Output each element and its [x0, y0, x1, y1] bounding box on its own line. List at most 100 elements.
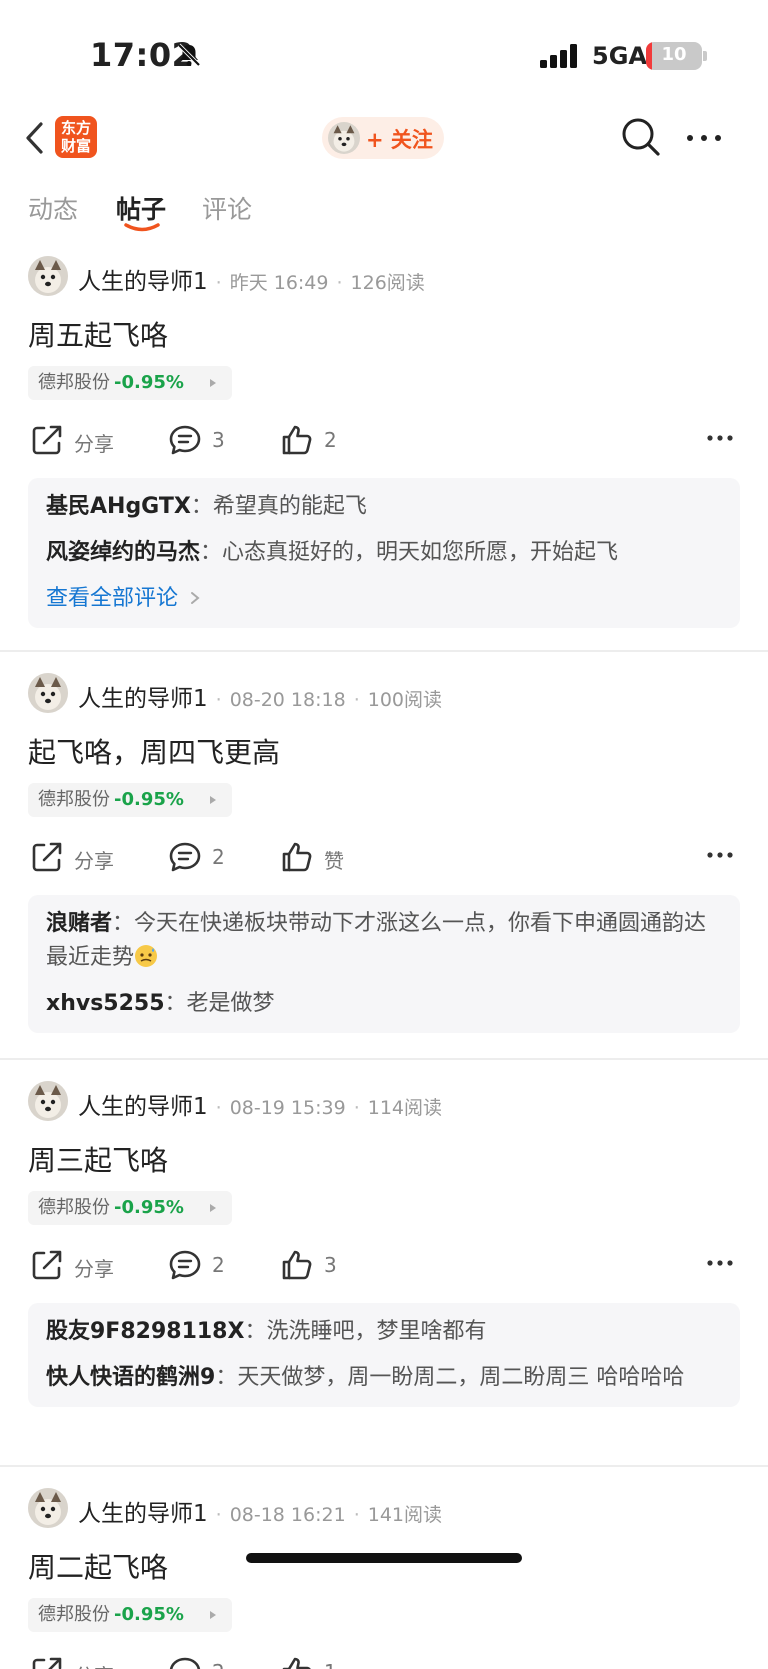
comment-separator: ： — [244, 1319, 267, 1344]
comment-preview[interactable]: 基民AHgGTX：希望真的能起飞 风姿绰约的马杰：心态真挺好的，明天如您所愿，开… — [28, 478, 740, 628]
dog-avatar-icon — [28, 1081, 68, 1121]
post-time: 08-18 16:21 — [229, 1504, 346, 1526]
view-all-comments[interactable]: 查看全部评论 — [46, 582, 722, 616]
comment-text: 洗洗睡吧，梦里啥都有 — [266, 1319, 487, 1344]
comment-count[interactable]: 2 — [212, 845, 225, 869]
dog-avatar-icon — [28, 1488, 68, 1528]
bell-slash-icon — [177, 43, 201, 67]
active-tab-indicator — [124, 223, 160, 232]
battery-percent: 10 — [661, 44, 687, 65]
view-all-label[interactable]: 查看全部评论 — [46, 586, 178, 611]
like-count[interactable]: 3 — [324, 1253, 337, 1277]
post-title[interactable]: 周三起飞咯 — [28, 1139, 168, 1179]
comment-icon[interactable] — [168, 423, 202, 457]
author-name[interactable]: 人生的导师1 — [78, 686, 208, 712]
comment-icon[interactable] — [168, 1248, 202, 1282]
share-label[interactable]: 分享 — [74, 1253, 114, 1282]
comment-author[interactable]: 快人快语的鹤洲9 — [46, 1365, 215, 1390]
post-actions: 分享 2 1 — [0, 1652, 768, 1669]
share-icon[interactable] — [30, 423, 64, 457]
logo-line2: 财富 — [60, 137, 91, 155]
comment-count[interactable]: 2 — [212, 1253, 225, 1277]
post-meta: 人生的导师1 · 08-18 16:21 · 141阅读 — [78, 1501, 443, 1527]
stock-change: -0.95% — [114, 789, 184, 810]
author-name[interactable]: 人生的导师1 — [78, 269, 208, 295]
thumbs-up-icon[interactable] — [280, 1655, 314, 1669]
author-name[interactable]: 人生的导师1 — [78, 1501, 208, 1527]
comment-author[interactable]: xhvs5255 — [46, 991, 165, 1016]
like-count[interactable]: 1 — [324, 1660, 337, 1669]
post-title[interactable]: 起飞咯，周四飞更高 — [28, 731, 280, 771]
comment-count[interactable]: 3 — [212, 428, 225, 452]
chevron-right-icon — [191, 592, 200, 604]
share-label[interactable]: 分享 — [74, 1660, 114, 1669]
comment-preview[interactable]: 股友9F8298118X：洗洗睡吧，梦里啥都有 快人快语的鹤洲9：天天做梦，周一… — [28, 1303, 740, 1407]
stock-name: 德邦股份 — [38, 372, 110, 393]
post-meta: 人生的导师1 · 08-19 15:39 · 114阅读 — [78, 1094, 443, 1120]
thumbs-up-icon[interactable] — [280, 840, 314, 874]
comment-author[interactable]: 浪赌者 — [46, 911, 112, 936]
avatar[interactable] — [28, 256, 68, 296]
comment-author[interactable]: 风姿绰约的马杰 — [46, 540, 200, 565]
like-count[interactable]: 2 — [324, 428, 337, 452]
avatar[interactable] — [28, 1488, 68, 1528]
stock-name: 德邦股份 — [38, 789, 110, 810]
tab-comments[interactable]: 评论 — [202, 190, 252, 226]
comment-author[interactable]: 股友9F8298118X — [46, 1319, 244, 1344]
tag-arrow-icon — [210, 1611, 216, 1619]
comment-separator: ： — [215, 1365, 238, 1390]
thumbs-up-icon[interactable] — [280, 423, 314, 457]
comment-separator: ： — [190, 494, 213, 519]
comment-item: 基民AHgGTX：希望真的能起飞 — [46, 490, 722, 524]
comment-icon[interactable] — [168, 840, 202, 874]
avatar[interactable] — [28, 1081, 68, 1121]
stock-tag[interactable]: 德邦股份 -0.95% — [28, 366, 232, 400]
share-label[interactable]: 分享 — [74, 428, 114, 457]
stock-tag[interactable]: 德邦股份 -0.95% — [28, 783, 232, 817]
post-time: 昨天 16:49 — [229, 272, 329, 294]
thumbs-up-icon[interactable] — [280, 1248, 314, 1282]
comment-separator: ： — [200, 540, 223, 565]
comment-preview[interactable]: 浪赌者：今天在快递板块带动下才涨这么一点，你看下申通圆通韵达最近走势 xhvs5… — [28, 895, 740, 1033]
share-icon[interactable] — [30, 1655, 64, 1669]
follow-button[interactable]: + 关注 — [322, 117, 444, 159]
divider — [0, 1058, 768, 1060]
share-label[interactable]: 分享 — [74, 845, 114, 874]
back-chevron-icon[interactable] — [22, 118, 48, 158]
tab-dongtai[interactable]: 动态 — [28, 190, 78, 226]
share-icon[interactable] — [30, 840, 64, 874]
home-indicator[interactable] — [246, 1553, 522, 1563]
author-name[interactable]: 人生的导师1 — [78, 1094, 208, 1120]
share-icon[interactable] — [30, 1248, 64, 1282]
tab-posts[interactable]: 帖子 — [116, 190, 166, 226]
comment-text: 希望真的能起飞 — [212, 494, 367, 519]
sweat-emoji-icon — [135, 945, 158, 967]
stock-tag[interactable]: 德邦股份 -0.95% — [28, 1191, 232, 1225]
comment-icon[interactable] — [168, 1655, 202, 1669]
more-horizontal-icon[interactable] — [684, 124, 724, 152]
comment-text: 天天做梦，周一盼周二，周二盼周三 哈哈哈哈 — [237, 1365, 685, 1390]
comment-author[interactable]: 基民AHgGTX — [46, 494, 191, 519]
more-dots-icon[interactable] — [706, 1258, 734, 1268]
stock-tag[interactable]: 德邦股份 -0.95% — [28, 1598, 232, 1632]
battery-nub — [703, 51, 707, 61]
post-item[interactable]: 人生的导师1 · 08-19 15:39 · 114阅读 周三起飞咯 德邦股份 -0.95… — [0, 1081, 768, 1461]
search-icon[interactable] — [620, 116, 662, 158]
avatar[interactable] — [28, 673, 68, 713]
post-meta: 人生的导师1 · 08-20 18:18 · 100阅读 — [78, 686, 443, 712]
like-count[interactable]: 赞 — [324, 845, 344, 874]
stock-change: -0.95% — [114, 1197, 184, 1218]
comment-item: xhvs5255：老是做梦 — [46, 987, 722, 1021]
more-dots-icon[interactable] — [706, 850, 734, 860]
stock-change: -0.95% — [114, 372, 184, 393]
dog-avatar-icon — [28, 673, 68, 713]
post-item[interactable]: 人生的导师1 · 昨天 16:49 · 126阅读 周五起飞咯 德邦股份 -0.95% 分… — [0, 256, 768, 636]
comment-item: 浪赌者：今天在快递板块带动下才涨这么一点，你看下申通圆通韵达最近走势 — [46, 907, 722, 975]
comment-count[interactable]: 2 — [212, 1660, 225, 1669]
post-item[interactable]: 人生的导师1 · 08-18 16:21 · 141阅读 周二起飞咯 德邦股份 -0.95… — [0, 1488, 768, 1669]
comment-item: 快人快语的鹤洲9：天天做梦，周一盼周二，周二盼周三 哈哈哈哈 — [46, 1361, 722, 1395]
post-title[interactable]: 周五起飞咯 — [28, 314, 168, 354]
post-item[interactable]: 人生的导师1 · 08-20 18:18 · 100阅读 起飞咯，周四飞更高 德邦股份 -… — [0, 673, 768, 1053]
post-title[interactable]: 周二起飞咯 — [28, 1546, 168, 1586]
more-dots-icon[interactable] — [706, 433, 734, 443]
